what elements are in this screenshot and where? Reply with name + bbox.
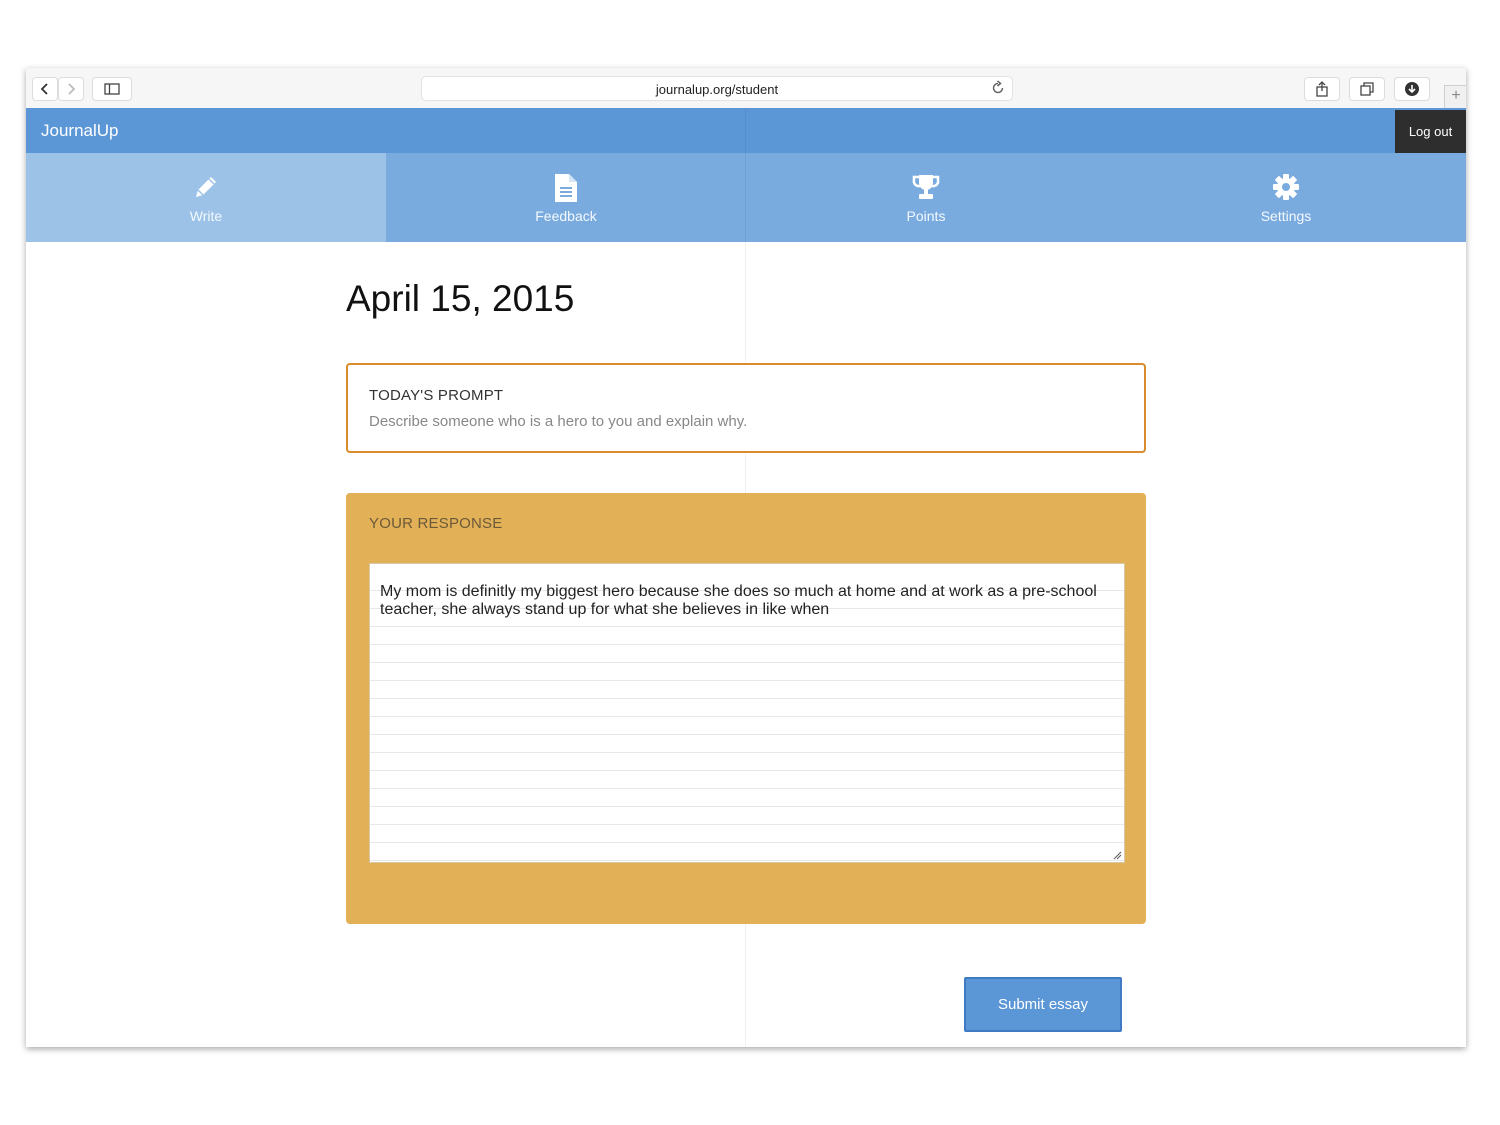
app-header: JournalUp Log out [26,108,1466,153]
browser-window: journalup.org/student + JournalUp Log ou… [26,68,1466,1047]
document-icon [555,174,577,202]
trophy-icon [912,175,940,199]
tab-points[interactable]: Points [746,153,1106,242]
tab-points-label: Points [906,208,946,224]
downloads-button[interactable] [1394,77,1430,101]
reload-icon [992,80,1004,94]
page-title: April 15, 2015 [346,278,575,319]
response-text: My mom is definitly my biggest hero beca… [380,583,1097,618]
tab-write[interactable]: Write [26,153,386,242]
gear-icon [1273,174,1299,200]
share-button[interactable] [1304,77,1340,101]
submit-essay-button[interactable]: Submit essay [964,977,1122,1032]
tabs-button[interactable] [1349,77,1385,101]
chevron-left-icon [40,83,48,95]
response-heading: YOUR RESPONSE [369,515,503,532]
main-nav: Write Feedback Points Settings [26,153,1466,242]
back-button[interactable] [32,77,58,101]
response-card: YOUR RESPONSE My mom is definitly my big… [346,493,1146,924]
prompt-text: Describe someone who is a hero to you an… [369,413,748,430]
prompt-heading: TODAY'S PROMPT [369,387,504,404]
new-tab-button[interactable]: + [1444,85,1466,108]
tab-feedback[interactable]: Feedback [386,153,746,242]
url-text: journalup.org/student [655,82,779,97]
forward-button[interactable] [58,77,84,101]
download-icon [1405,82,1419,96]
sidebar-icon [104,83,120,95]
tab-overview-icon [1360,82,1374,96]
reload-button[interactable] [990,80,1006,101]
sidebar-toggle-button[interactable] [92,77,132,101]
tab-write-label: Write [189,208,223,224]
response-textarea[interactable]: My mom is definitly my biggest hero beca… [369,563,1125,863]
tab-settings-label: Settings [1260,208,1312,224]
tab-settings[interactable]: Settings [1106,153,1466,242]
chevron-right-icon [68,83,76,95]
address-bar[interactable]: journalup.org/student [421,76,1013,101]
pencil-icon [196,177,216,197]
tab-feedback-label: Feedback [535,208,597,224]
share-icon [1316,81,1328,97]
brand-logo[interactable]: JournalUp [41,121,119,141]
prompt-card: TODAY'S PROMPT Describe someone who is a… [346,363,1146,453]
browser-toolbar: journalup.org/student + [26,68,1466,109]
logout-button[interactable]: Log out [1395,110,1466,153]
resize-handle-icon[interactable] [1113,851,1122,860]
